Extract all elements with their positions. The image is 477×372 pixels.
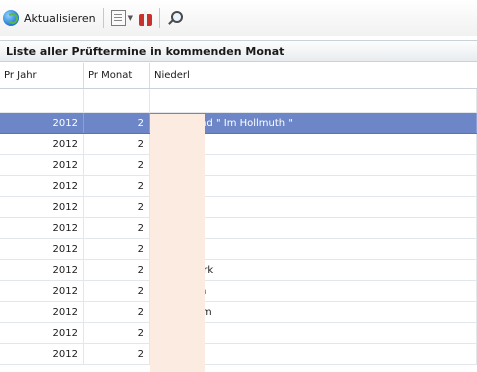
- table-row-selected[interactable]: 2012 2 eckverband " Im Hollmuth ": [0, 113, 477, 134]
- cell-month: 2: [84, 197, 150, 217]
- refresh-icon: [3, 10, 19, 26]
- toolbar-separator: [102, 8, 104, 28]
- cell-month: 2: [84, 281, 150, 301]
- search-icon: [167, 11, 183, 25]
- cell-month: 2: [84, 302, 150, 322]
- cell-year: 2012: [0, 302, 84, 322]
- gift-button[interactable]: [136, 6, 155, 30]
- table-row[interactable]: 2012 2 bachtal: [0, 239, 477, 260]
- gift-icon: [139, 10, 152, 26]
- column-header-niederl[interactable]: Niederl: [150, 63, 477, 88]
- table-row[interactable]: 2012 2 mbach: [0, 218, 477, 239]
- table-row[interactable]: 2012 2 hule: [0, 344, 477, 365]
- cell-year: 2012: [0, 260, 84, 280]
- cell-month: 2: [84, 344, 150, 364]
- cell-year: 2012: [0, 176, 84, 196]
- cell-year: 2012: [0, 134, 84, 154]
- grid-header: Pr Jahr Pr Monat Niederl: [0, 63, 477, 89]
- cell-year: 2012: [0, 218, 84, 238]
- table-row[interactable]: 2012 2: [0, 134, 477, 155]
- filter-row[interactable]: [0, 89, 477, 113]
- cell-year: 2012: [0, 281, 84, 301]
- cell-year: 2012: [0, 239, 84, 259]
- cell-month: 2: [84, 260, 150, 280]
- cell-year: 2012: [0, 155, 84, 175]
- cell-month: 2: [84, 113, 150, 133]
- chevron-down-icon: ▼: [127, 14, 133, 22]
- table-row[interactable]: 2012 2 r Kulturpark: [0, 260, 477, 281]
- toolbar: Aktualisieren ▼: [0, 0, 477, 36]
- cell-month: 2: [84, 176, 150, 196]
- cell-month: 2: [84, 323, 150, 343]
- cell-month: 2: [84, 218, 150, 238]
- cell-year: 2012: [0, 344, 84, 364]
- redaction-overlay: [150, 114, 205, 372]
- table-row[interactable]: 2012 2 g II: [0, 176, 477, 197]
- refresh-label: Aktualisieren: [24, 11, 96, 25]
- column-header-year[interactable]: Pr Jahr: [0, 63, 84, 88]
- search-button[interactable]: [164, 6, 184, 30]
- table-row[interactable]: 2012 2 GmbH: [0, 323, 477, 344]
- table-row[interactable]: 2012 2 tel: [0, 155, 477, 176]
- cell-year: 2012: [0, 113, 84, 133]
- cell-year: 2012: [0, 323, 84, 343]
- cell-year: 2012: [0, 197, 84, 217]
- grid-rows: 2012 2 eckverband " Im Hollmuth " 2012 2…: [0, 89, 477, 365]
- export-dropdown-button[interactable]: ▼: [108, 6, 136, 30]
- filter-cell[interactable]: [0, 89, 84, 112]
- document-icon: [110, 10, 126, 26]
- filter-cell[interactable]: [84, 89, 150, 112]
- table-row[interactable]: 2012 2 pert: [0, 197, 477, 218]
- cell-month: 2: [84, 155, 150, 175]
- refresh-button[interactable]: Aktualisieren: [0, 6, 99, 30]
- grid-title: Liste aller Prüftermine in kommenden Mon…: [0, 40, 477, 62]
- table-row[interactable]: 2012 2 e Bexbach: [0, 281, 477, 302]
- column-header-month[interactable]: Pr Monat: [84, 63, 150, 88]
- toolbar-separator: [159, 8, 160, 28]
- table-row[interactable]: 2012 2 e Gersheim: [0, 302, 477, 323]
- filter-cell[interactable]: [150, 89, 477, 112]
- cell-month: 2: [84, 239, 150, 259]
- cell-month: 2: [84, 134, 150, 154]
